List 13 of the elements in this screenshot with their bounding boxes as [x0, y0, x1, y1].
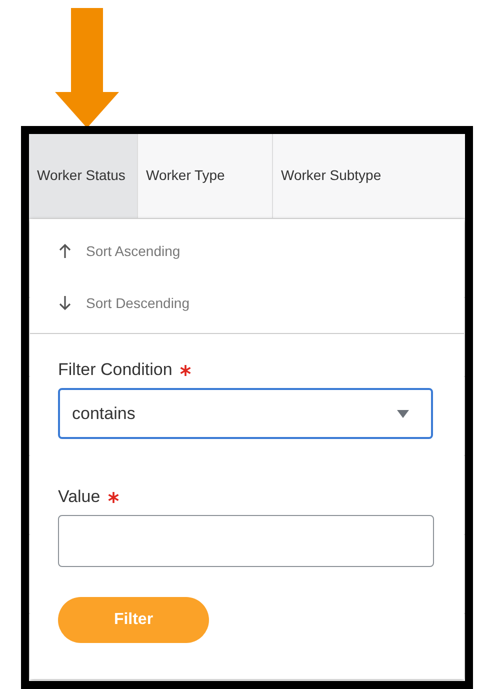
sort-ascending-icon	[58, 243, 72, 259]
column-header[interactable]: Worker Status	[29, 134, 138, 218]
input-field[interactable]	[58, 515, 434, 567]
field-label: Filter Condition	[58, 360, 172, 380]
dropdown-field[interactable]: contains	[58, 388, 433, 439]
field-label: Value	[58, 487, 100, 507]
column-header[interactable]: Worker Subtype	[273, 134, 465, 218]
sort-descending-icon	[58, 295, 72, 311]
down-arrow-icon	[55, 8, 119, 128]
column-header[interactable]: Worker Type	[138, 134, 273, 218]
caret-icon	[397, 410, 409, 418]
sort-option[interactable]: Sort Descending	[86, 295, 190, 311]
sort-option[interactable]: Sort Ascending	[86, 243, 180, 259]
